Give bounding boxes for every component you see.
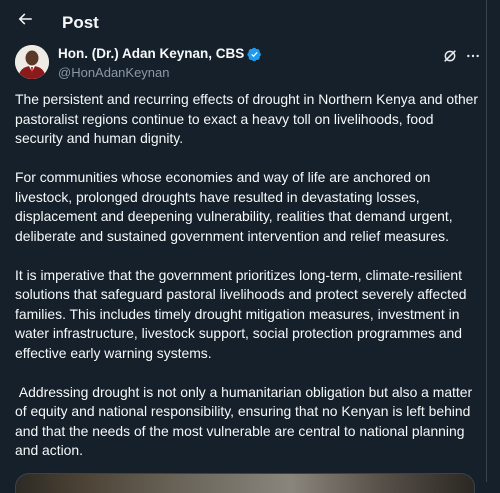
back-button[interactable]: [8, 4, 42, 38]
author-display-name[interactable]: Hon. (Dr.) Adan Keynan, CBS: [58, 45, 244, 63]
arrow-left-icon: [16, 10, 34, 33]
tweet-paragraph-4: Addressing drought is not only a humanit…: [15, 383, 476, 459]
tweet-paragraph-3: It is imperative that the government pri…: [15, 266, 471, 361]
page-title: Post: [62, 13, 99, 32]
primary-column: Post Hon. (Dr.) Adan Keynan, CBS @HonAda…: [0, 0, 487, 493]
author-info: Hon. (Dr.) Adan Keynan, CBS @HonAdanKeyn…: [58, 45, 262, 82]
author-handle[interactable]: @HonAdanKeynan: [58, 64, 262, 82]
tweet-text: The persistent and recurring effects of …: [15, 90, 485, 480]
more-options-button[interactable]: [464, 47, 482, 69]
grok-icon: [442, 48, 458, 69]
grok-button[interactable]: [439, 47, 461, 69]
verified-badge-icon: [247, 47, 262, 62]
more-horizontal-icon: [465, 48, 481, 69]
tweet-paragraph-1: The persistent and recurring effects of …: [15, 91, 482, 146]
tweet-paragraph-2: For communities whose economies and way …: [15, 169, 457, 244]
tweet-media-image[interactable]: [15, 473, 475, 493]
avatar[interactable]: [15, 45, 49, 79]
post-header: Post: [0, 0, 487, 45]
